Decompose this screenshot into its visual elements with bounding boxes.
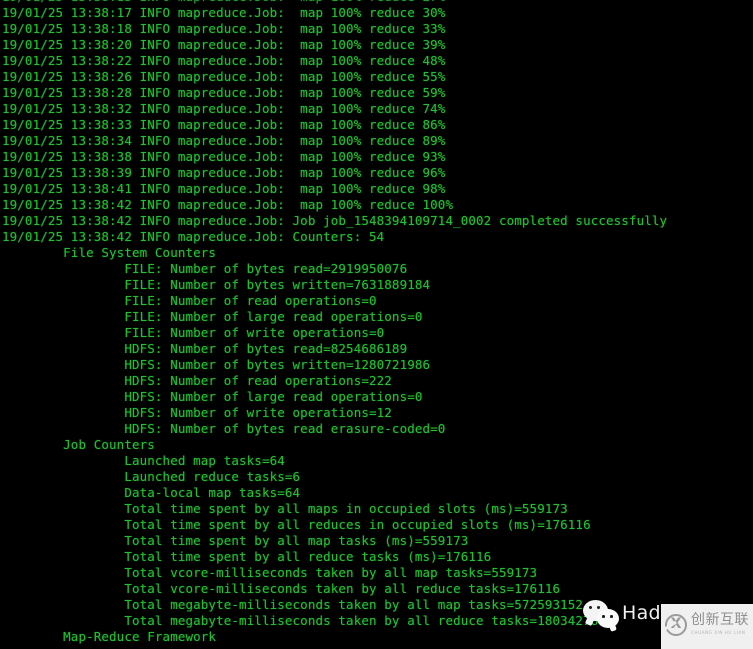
terminal-line: HDFS: Number of read operations=222 — [2, 373, 392, 388]
terminal-line: Job Counters — [2, 437, 155, 452]
terminal-line: Launched map tasks=64 — [2, 453, 285, 468]
terminal-line: Total time spent by all reduce tasks (ms… — [2, 549, 492, 564]
terminal-line: HDFS: Number of write operations=12 — [2, 405, 392, 420]
terminal-line: Data-local map tasks=64 — [2, 485, 301, 500]
terminal-line: 19/01/25 13:38:42 INFO mapreduce.Job: Jo… — [2, 213, 668, 228]
terminal-line: Map-Reduce Framework — [2, 629, 217, 644]
terminal-line: FILE: Number of bytes read=2919950076 — [2, 261, 408, 276]
terminal-output: 19/01/25 13:38:15 INFO mapreduce.Job: ma… — [0, 0, 753, 645]
terminal-line: 19/01/25 13:38:26 INFO mapreduce.Job: ma… — [2, 69, 446, 84]
terminal-line: Total time spent by all maps in occupied… — [2, 501, 568, 516]
terminal-line: 19/01/25 13:38:15 INFO mapreduce.Job: ma… — [0, 0, 753, 5]
terminal-line: FILE: Number of large read operations=0 — [2, 309, 423, 324]
terminal-line: FILE: Number of write operations=0 — [2, 325, 385, 340]
terminal-line: HDFS: Number of bytes read=8254686189 — [2, 341, 408, 356]
terminal-line: Total megabyte-milliseconds taken by all… — [2, 597, 584, 612]
terminal-line: 19/01/25 13:38:34 INFO mapreduce.Job: ma… — [2, 133, 446, 148]
terminal-line: FILE: Number of bytes written=7631889184 — [2, 277, 431, 292]
terminal-line: HDFS: Number of large read operations=0 — [2, 389, 423, 404]
terminal-line: 19/01/25 13:38:18 INFO mapreduce.Job: ma… — [2, 21, 446, 36]
terminal-line: Total megabyte-milliseconds taken by all… — [2, 613, 607, 628]
terminal-line: 19/01/25 13:38:42 INFO mapreduce.Job: ma… — [2, 197, 454, 212]
watermark-badge: ··· 创新互联 CHUANG XIN HU LIAN — [661, 604, 753, 649]
circle-x-logo-icon — [665, 613, 687, 636]
terminal-line: Total vcore-milliseconds taken by all re… — [2, 581, 561, 596]
terminal-line: HDFS: Number of bytes written=1280721986 — [2, 357, 431, 372]
terminal-window[interactable]: 19/01/25 13:38:15 INFO mapreduce.Job: ma… — [0, 0, 753, 649]
terminal-line: 19/01/25 13:38:22 INFO mapreduce.Job: ma… — [2, 53, 446, 68]
watermark-subtitle: CHUANG XIN HU LIAN — [691, 630, 746, 635]
terminal-line: File System Counters — [2, 245, 217, 260]
terminal-line: FILE: Number of read operations=0 — [2, 293, 377, 308]
terminal-line: Total time spent by all reduces in occup… — [2, 517, 591, 532]
terminal-line: 19/01/25 13:38:32 INFO mapreduce.Job: ma… — [2, 101, 446, 116]
terminal-line: Total time spent by all map tasks (ms)=5… — [2, 533, 469, 548]
terminal-line: 19/01/25 13:38:17 INFO mapreduce.Job: ma… — [2, 5, 446, 20]
terminal-line: HDFS: Number of bytes read erasure-coded… — [2, 421, 446, 436]
terminal-line: 19/01/25 13:38:28 INFO mapreduce.Job: ma… — [2, 85, 446, 100]
terminal-line: 19/01/25 13:38:33 INFO mapreduce.Job: ma… — [2, 117, 446, 132]
terminal-line: 19/01/25 13:38:20 INFO mapreduce.Job: ma… — [2, 37, 446, 52]
terminal-line: Total vcore-milliseconds taken by all ma… — [2, 565, 538, 580]
terminal-line: 19/01/25 13:38:41 INFO mapreduce.Job: ma… — [2, 181, 446, 196]
watermark-title: 创新互联 — [691, 612, 749, 628]
terminal-line: 19/01/25 13:38:39 INFO mapreduce.Job: ma… — [2, 165, 446, 180]
terminal-line: 19/01/25 13:38:38 INFO mapreduce.Job: ma… — [2, 149, 446, 164]
terminal-line: Launched reduce tasks=6 — [2, 469, 301, 484]
terminal-line: 19/01/25 13:38:42 INFO mapreduce.Job: Co… — [2, 229, 385, 244]
